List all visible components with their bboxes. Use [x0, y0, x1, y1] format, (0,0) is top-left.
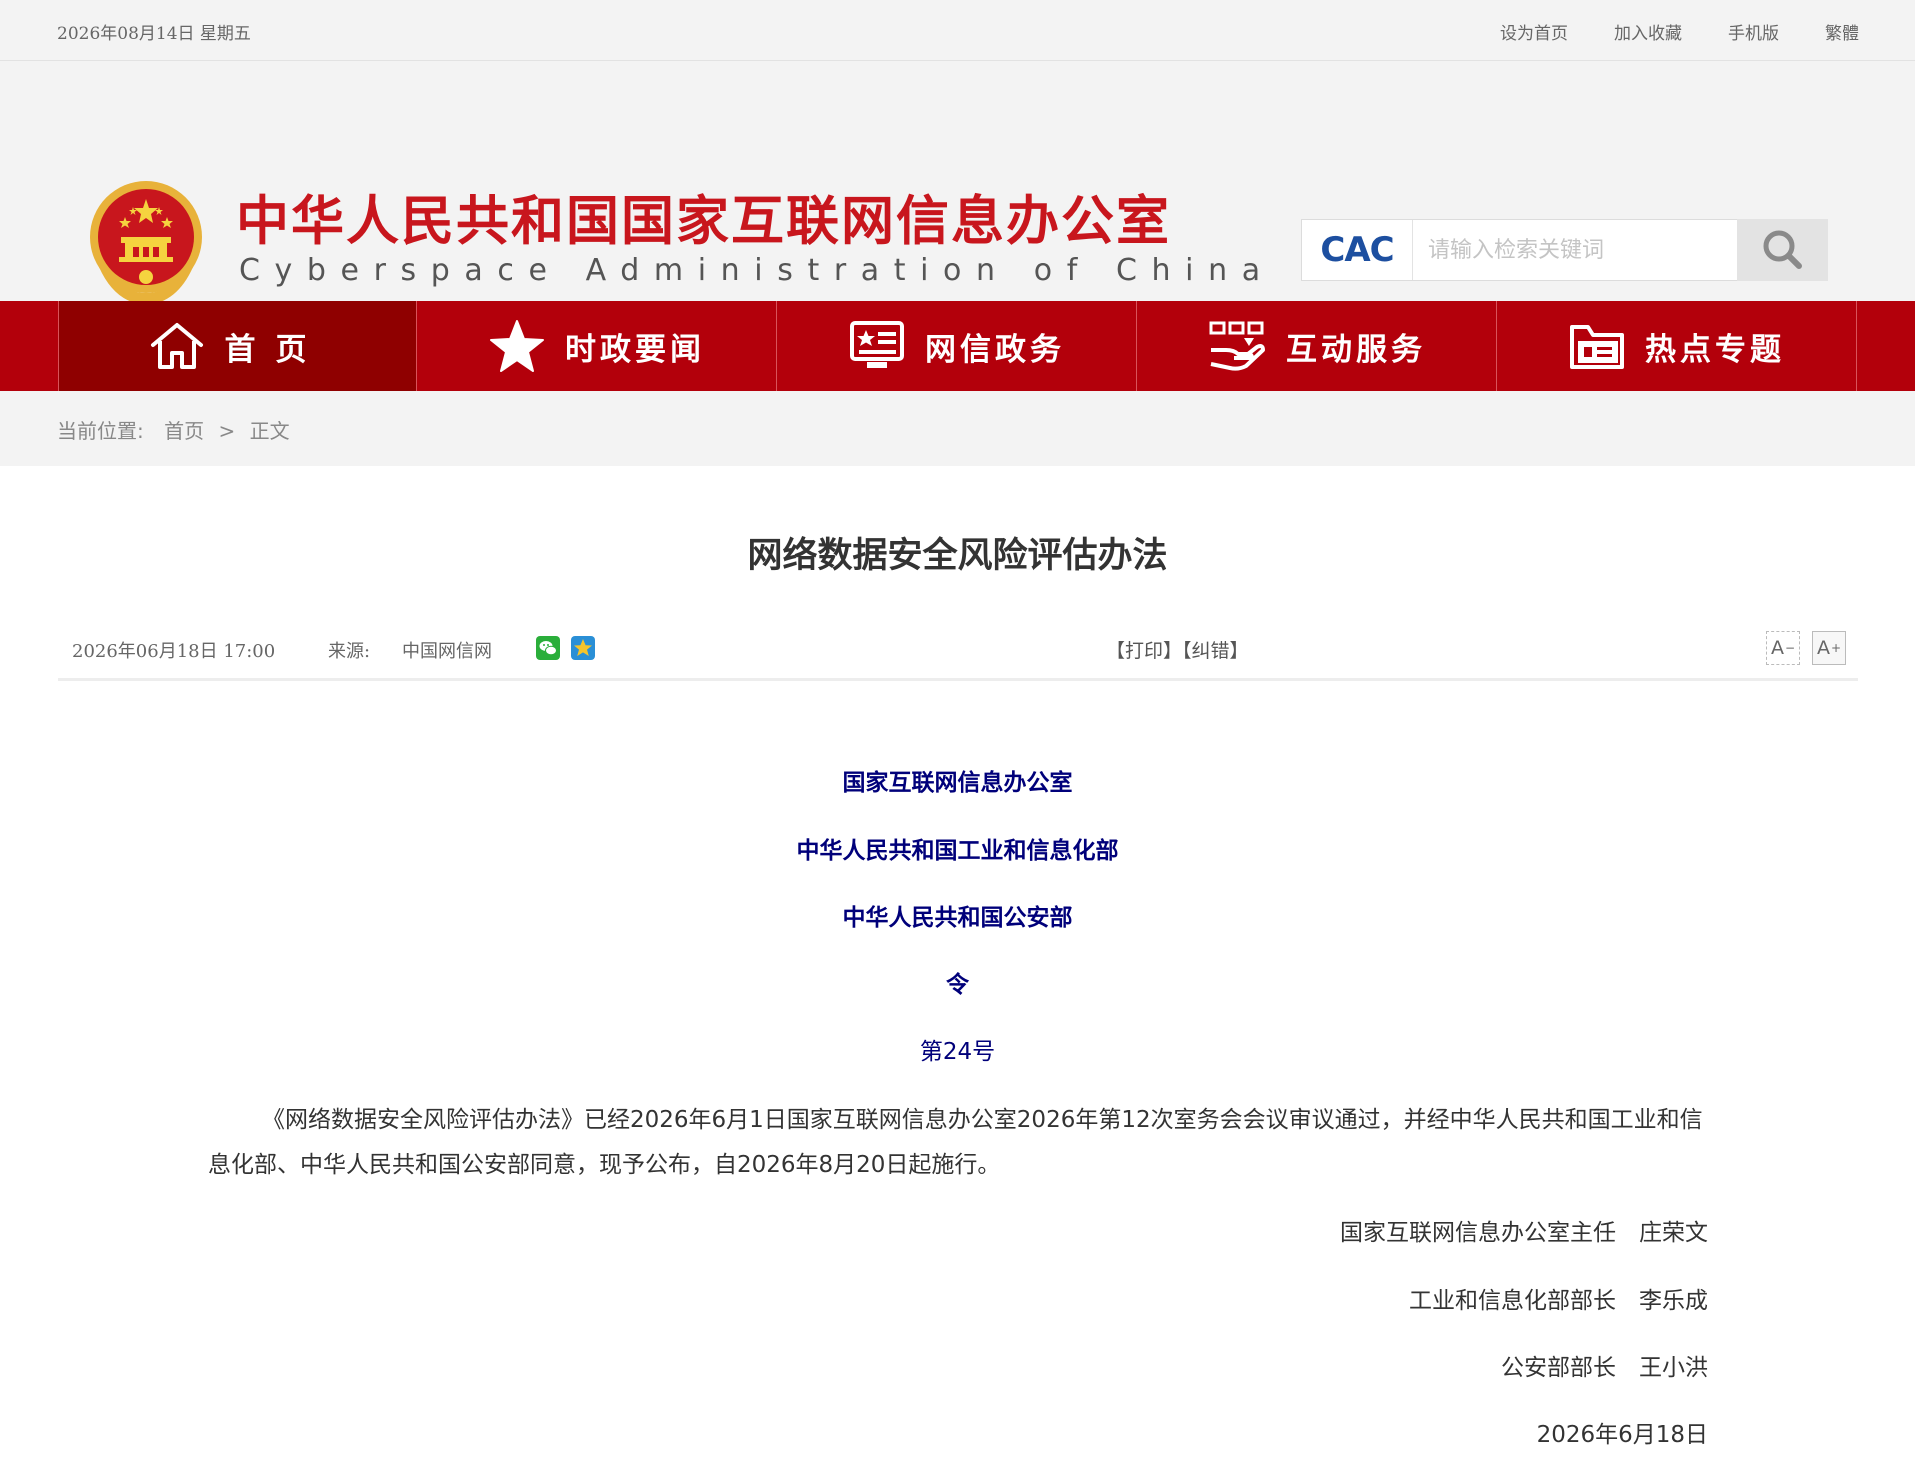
signature-line: 工业和信息化部部长 李乐成	[1409, 1288, 1708, 1314]
search-box: CAC	[1301, 219, 1828, 281]
set-homepage-link[interactable]: 设为首页	[1500, 19, 1568, 44]
plus-icon: +	[1830, 641, 1842, 655]
article-tools: 【打印】【纠错】	[1106, 636, 1249, 663]
font-increase-label: A	[1816, 637, 1830, 659]
mobile-version-link[interactable]: 手机版	[1728, 19, 1779, 44]
national-emblem-icon[interactable]	[85, 177, 207, 307]
search-icon	[1763, 230, 1802, 269]
add-favorite-link[interactable]: 加入收藏	[1614, 19, 1682, 44]
cac-logo-text: CAC	[1320, 230, 1394, 270]
nav-item-news[interactable]: 时政要闻	[418, 301, 777, 391]
article-datetime: 2026年06月18日 17:00	[72, 641, 276, 662]
wechat-share-icon[interactable]	[536, 636, 560, 660]
article-source: 中国网信网	[402, 641, 492, 662]
signature-line: 公安部部长 王小洪	[1501, 1355, 1708, 1381]
cac-logo: CAC	[1302, 220, 1413, 280]
site-header: 中华人民共和国国家互联网信息办公室 Cyberspace Administrat…	[0, 61, 1915, 305]
correct-error-link[interactable]: 【纠错】	[1182, 640, 1249, 662]
font-increase-button[interactable]: A +	[1812, 631, 1846, 665]
print-link[interactable]: 【打印】	[1106, 640, 1182, 662]
main-nav: 首页 时政要闻 网信政务 互动服务 热点专题	[0, 301, 1915, 391]
source-label: 来源:	[328, 641, 371, 662]
issuer-line: 国家互联网信息办公室	[842, 770, 1073, 796]
order-heading: 令	[946, 972, 969, 998]
nav-item-affairs[interactable]: 网信政务	[778, 301, 1137, 391]
search-button[interactable]	[1737, 219, 1828, 281]
font-decrease-label: A	[1770, 637, 1784, 659]
nav-item-label: 首页	[224, 331, 327, 368]
folder-icon	[1570, 325, 1624, 369]
nav-item-label: 网信政务	[925, 331, 1065, 368]
utility-links: 设为首页 加入收藏 手机版 繁體	[1454, 19, 1859, 44]
current-date: 2026年08月14日 星期五	[57, 24, 251, 44]
article-meta: 2026年06月18日 17:00 来源: 中国网信网 【打印】【纠错】 A − …	[58, 618, 1858, 681]
top-utility-bar: 2026年08月14日 星期五 设为首页 加入收藏 手机版 繁體	[0, 0, 1915, 61]
qzone-share-icon[interactable]	[571, 636, 595, 660]
hand-service-icon	[1209, 321, 1265, 371]
nav-item-label: 热点专题	[1645, 331, 1785, 368]
breadcrumb-current: 正文	[249, 419, 290, 443]
star-icon	[490, 320, 544, 372]
issuer-line: 中华人民共和国公安部	[842, 905, 1073, 931]
sign-date: 2026年6月18日	[1536, 1422, 1708, 1448]
nav-item-service[interactable]: 互动服务	[1138, 301, 1497, 391]
breadcrumb-label: 当前位置:	[57, 419, 144, 443]
home-icon	[150, 323, 203, 369]
article-title: 网络数据安全风险评估办法	[747, 536, 1168, 576]
search-input[interactable]	[1414, 220, 1762, 280]
article-body-paragraph: 《网络数据安全风险评估办法》已经2026年6月1日国家互联网信息办公室2026年…	[208, 1107, 1703, 1178]
order-number: 第24号	[919, 1039, 996, 1065]
nav-item-label: 时政要闻	[565, 331, 705, 368]
breadcrumb-home-link[interactable]: 首页	[164, 419, 204, 443]
breadcrumb-separator: >	[218, 419, 236, 443]
traditional-chinese-link[interactable]: 繁體	[1825, 19, 1859, 44]
nav-item-label: 互动服务	[1286, 331, 1426, 368]
minus-icon: −	[1784, 641, 1796, 655]
monitor-icon	[850, 321, 904, 368]
issuer-line: 中华人民共和国工业和信息化部	[796, 838, 1119, 864]
breadcrumb: 当前位置: 首页 > 正文	[0, 391, 1915, 466]
nav-item-topics[interactable]: 热点专题	[1498, 301, 1857, 391]
nav-item-home[interactable]: 首页	[58, 301, 417, 391]
signature-line: 国家互联网信息办公室主任 庄荣文	[1340, 1220, 1708, 1246]
site-title: 中华人民共和国国家互联网信息办公室	[236, 191, 1171, 252]
site-subtitle: Cyberspace Administration of China	[239, 253, 1275, 288]
font-decrease-button[interactable]: A −	[1766, 631, 1800, 665]
